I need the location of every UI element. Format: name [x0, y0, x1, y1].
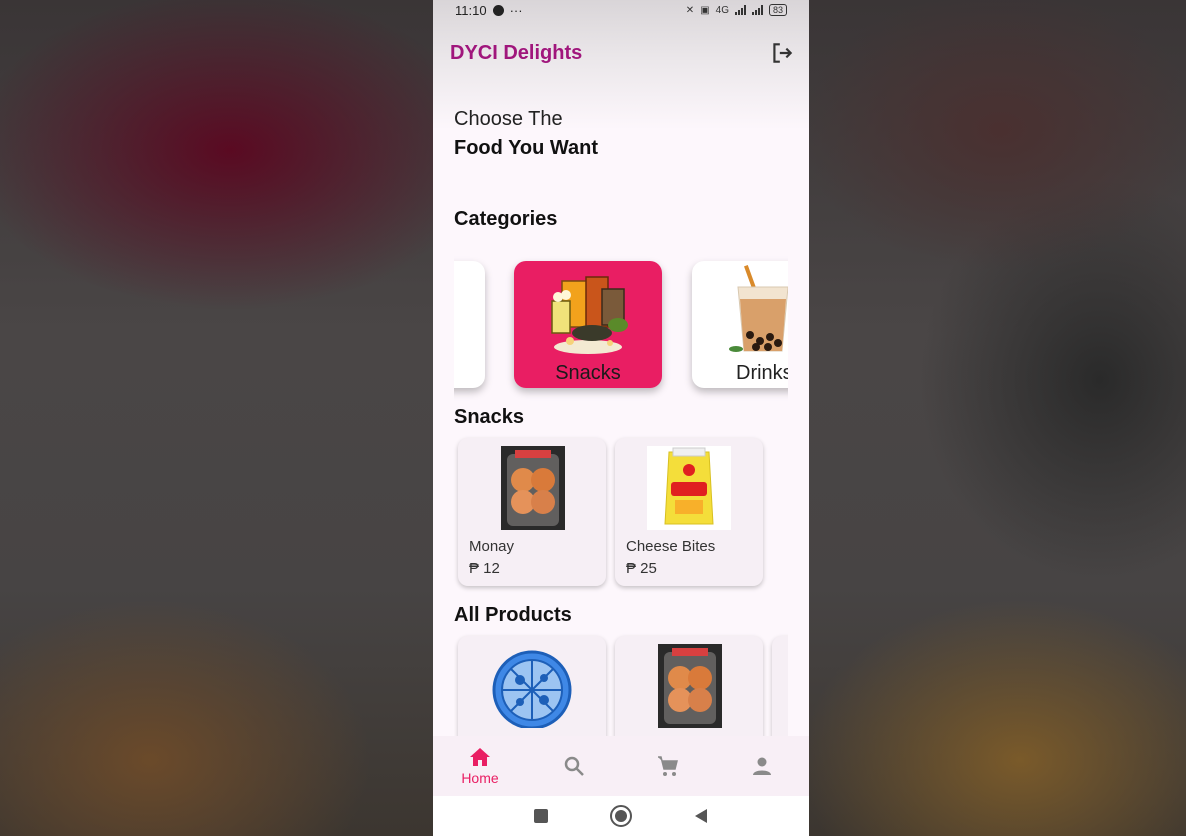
logout-icon[interactable] [769, 40, 795, 66]
product-card-monay[interactable]: Monay ₱ 12 [458, 438, 606, 586]
status-more: ··· [509, 2, 523, 18]
category-carousel[interactable]: Snacks Drinks [454, 248, 788, 403]
person-icon [753, 757, 771, 775]
product-price: ₱ 25 [626, 560, 657, 577]
product-card-monay-2[interactable] [615, 636, 763, 736]
drinks-image [729, 265, 788, 352]
status-time: 11:10 [455, 2, 487, 18]
nav-profile[interactable] [722, 738, 802, 794]
pizza-image [492, 650, 572, 728]
headline-line1: Choose The [454, 108, 563, 130]
product-card-partial[interactable] [772, 636, 788, 736]
all-products-title: All Products [454, 604, 572, 626]
back-icon[interactable] [692, 807, 710, 825]
nav-home[interactable]: Home [440, 738, 520, 794]
all-products-list[interactable] [454, 630, 788, 736]
product-card-cheese-bites[interactable]: Cheese Bites ₱ 25 [615, 438, 763, 586]
cart-icon [658, 756, 678, 776]
messenger-icon [492, 4, 504, 16]
battery-icon: 83 [768, 4, 787, 16]
bottom-navigation: Home [433, 736, 809, 796]
headline: Choose The Food You Want [454, 105, 598, 163]
nav-home-label: Home [461, 770, 499, 786]
product-card-pizza[interactable] [458, 636, 606, 736]
cheese-bites-image [647, 446, 731, 530]
nav-search[interactable] [534, 738, 614, 794]
system-navigation [433, 796, 809, 836]
signal-icon [734, 5, 746, 15]
snacks-image [551, 276, 628, 354]
headline-line2: Food You Want [454, 137, 599, 159]
product-name: Cheese Bites [626, 538, 716, 555]
monay-image [658, 644, 722, 728]
app-title: DYCI Delights [450, 41, 583, 64]
recents-icon[interactable] [532, 807, 550, 825]
vibrate-icon: ✕ [685, 4, 695, 16]
category-card-snacks[interactable]: Snacks [514, 261, 662, 388]
product-name: Monay [469, 538, 515, 555]
phone-screen: 11:10 ··· ✕ ▣ 4G 83 DYCI Delights Choose… [433, 0, 809, 836]
categories-title: Categories [454, 208, 558, 230]
home-circle-icon[interactable] [609, 804, 633, 828]
category-card-drinks[interactable]: Drinks [692, 261, 788, 388]
app-bar: DYCI Delights [433, 30, 809, 76]
monay-image [501, 446, 565, 530]
network-type: 4G [715, 4, 729, 16]
category-card-previous[interactable] [454, 261, 485, 388]
category-label-drinks: Drinks [736, 362, 788, 384]
category-label-snacks: Snacks [555, 362, 621, 384]
status-bar: 11:10 ··· ✕ ▣ 4G 83 [433, 0, 809, 20]
volte-icon: ▣ [700, 4, 710, 16]
nav-cart[interactable] [628, 738, 708, 794]
product-price: ₱ 12 [469, 560, 500, 577]
home-icon [470, 748, 490, 766]
signal-icon-2 [751, 5, 763, 15]
snacks-title: Snacks [454, 406, 525, 428]
search-icon [564, 756, 584, 776]
